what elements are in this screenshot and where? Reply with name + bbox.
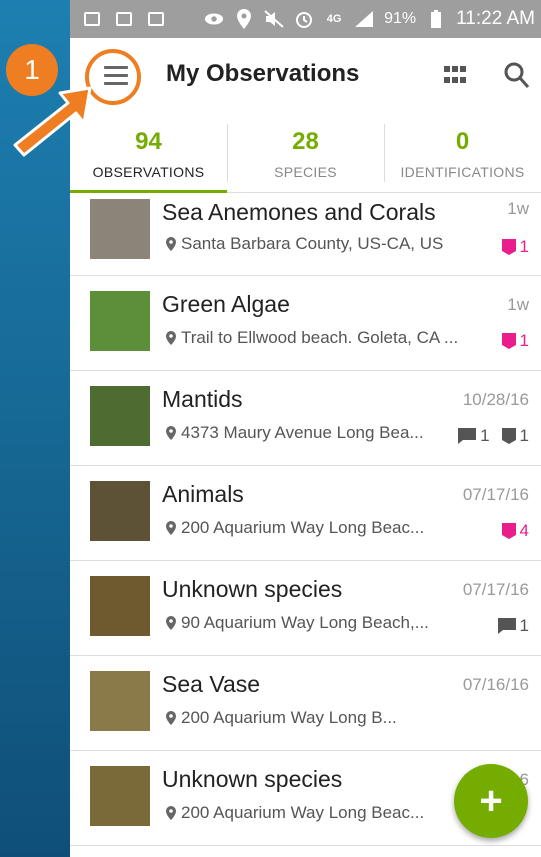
page-title: My Observations <box>166 60 360 87</box>
location-text: Santa Barbara County, US-CA, US <box>181 234 444 253</box>
comments-badge: 1 <box>458 426 490 446</box>
observation-row[interactable]: Sea Vase 07/16/16 200 Aquarium Way Long … <box>70 656 541 751</box>
favorites-count: 4 <box>519 521 529 540</box>
observation-badges: 4 <box>501 521 529 541</box>
tab-species[interactable]: 28 SPECIES <box>227 114 384 192</box>
observation-row[interactable]: Mantids 10/28/16 4373 Maury Avenue Long … <box>70 371 541 466</box>
comments-count: 1 <box>480 426 490 445</box>
observation-date: 07/16/16 <box>462 675 529 694</box>
clock: 11:22 AM <box>456 8 535 29</box>
observation-row[interactable]: Unknown species 07/17/16 90 Aquarium Way… <box>70 561 541 656</box>
alarm-icon <box>294 9 314 29</box>
location-text: 90 Aquarium Way Long Beach,... <box>181 613 429 632</box>
grid-view-icon[interactable] <box>444 66 466 86</box>
identifications-badge: 1 <box>501 426 529 446</box>
observation-name: Unknown species <box>162 576 343 602</box>
observation-thumbnail <box>90 671 150 731</box>
observation-thumbnail <box>90 291 150 351</box>
location-text: 200 Aquarium Way Long Beac... <box>181 518 425 537</box>
location-text: 200 Aquarium Way Long B... <box>181 708 397 727</box>
network-icon: 4G <box>326 13 342 25</box>
image-icon <box>82 9 102 29</box>
signal-icon <box>354 9 374 29</box>
observation-name: Sea Anemones and Corals <box>162 199 436 225</box>
observation-row[interactable]: Animals 07/17/16 200 Aquarium Way Long B… <box>70 466 541 561</box>
location-pin-icon <box>166 711 176 725</box>
observation-thumbnail <box>90 766 150 826</box>
app-screen: My Observations 94 OBSERVATIONS 28 SPECI… <box>70 38 541 857</box>
observation-location: Trail to Ellwood beach. Goleta, CA ... <box>166 328 458 348</box>
observation-location: Santa Barbara County, US-CA, US <box>166 234 443 254</box>
eye-icon <box>204 9 224 29</box>
location-pin-icon <box>166 426 176 440</box>
observation-location: 200 Aquarium Way Long B... <box>166 708 397 728</box>
favorites-count: 1 <box>519 331 529 350</box>
species-count: 28 <box>292 128 319 155</box>
tab-label: IDENTIFICATIONS <box>400 164 525 180</box>
observation-thumbnail <box>90 481 150 541</box>
search-icon[interactable] <box>504 62 530 90</box>
battery-percent: 91% <box>384 10 417 27</box>
tab-label: OBSERVATIONS <box>92 164 205 180</box>
observation-location: 90 Aquarium Way Long Beach,... <box>166 613 429 633</box>
status-bar: 4G 91% 11:22 AM <box>70 0 541 38</box>
ids-count: 1 <box>519 426 529 445</box>
observation-thumbnail <box>90 576 150 636</box>
tab-label: SPECIES <box>274 164 337 180</box>
observation-name: Green Algae <box>162 291 290 317</box>
observation-thumbnail <box>90 199 150 259</box>
observation-date: 10/28/16 <box>462 390 529 409</box>
observations-count: 94 <box>135 128 162 155</box>
observation-badges: 11 <box>458 426 529 446</box>
observation-name: Animals <box>162 481 244 507</box>
observation-date: 1w <box>507 199 529 218</box>
observation-date: 1w <box>507 295 529 314</box>
gallery-icon <box>146 9 166 29</box>
mute-icon <box>264 9 284 29</box>
tab-bar: 94 OBSERVATIONS 28 SPECIES 0 IDENTIFICAT… <box>70 114 541 193</box>
battery-icon <box>426 9 446 29</box>
observation-location: 4373 Maury Avenue Long Bea... <box>166 423 424 443</box>
observation-location: 200 Aquarium Way Long Beac... <box>166 803 424 823</box>
pointer-arrow-icon <box>13 86 92 157</box>
location-pin-icon <box>166 237 176 251</box>
observation-name: Unknown species <box>162 766 343 792</box>
photo-notification-icon <box>114 9 134 29</box>
location-icon <box>234 9 254 29</box>
observation-name: Mantids <box>162 386 243 412</box>
observation-badges: 1 <box>501 237 529 257</box>
observation-location: 200 Aquarium Way Long Beac... <box>166 518 424 538</box>
location-pin-icon <box>166 521 176 535</box>
comments-count: 1 <box>519 616 529 635</box>
comments-badge: 1 <box>497 616 529 636</box>
location-text: 4373 Maury Avenue Long Bea... <box>181 423 424 442</box>
location-text: Trail to Ellwood beach. Goleta, CA ... <box>181 328 459 347</box>
fab-label: + <box>479 779 503 823</box>
observation-list: Sea Anemones and Corals 1w Santa Barbara… <box>70 193 541 846</box>
observation-date: 07/17/16 <box>462 485 529 504</box>
favorites-badge: 4 <box>501 521 529 541</box>
observation-thumbnail <box>90 386 150 446</box>
location-text: 200 Aquarium Way Long Beac... <box>181 803 425 822</box>
observation-row[interactable]: Sea Anemones and Corals 1w Santa Barbara… <box>70 193 541 276</box>
location-pin-icon <box>166 616 176 630</box>
favorites-badge: 1 <box>501 331 529 351</box>
observation-badges: 1 <box>501 331 529 351</box>
favorites-count: 1 <box>519 237 529 256</box>
identifications-count: 0 <box>455 128 470 155</box>
observation-badges: 1 <box>497 616 529 636</box>
location-pin-icon <box>166 331 176 345</box>
observation-row[interactable]: Green Algae 1w Trail to Ellwood beach. G… <box>70 276 541 371</box>
observation-name: Sea Vase <box>162 671 261 697</box>
favorites-badge: 1 <box>501 237 529 257</box>
tab-identifications[interactable]: 0 IDENTIFICATIONS <box>384 114 541 192</box>
location-pin-icon <box>166 806 176 820</box>
add-observation-button[interactable]: + <box>454 764 528 838</box>
observation-date: 07/17/16 <box>462 580 529 599</box>
